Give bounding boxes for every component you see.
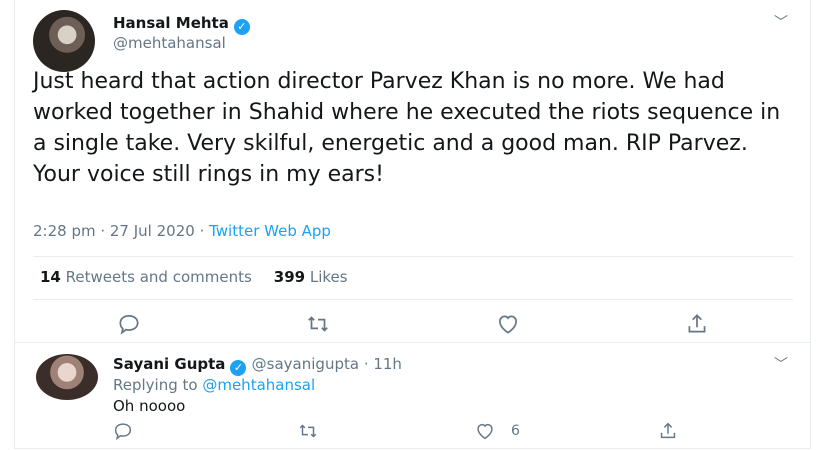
avatar[interactable]	[33, 10, 95, 72]
source-link[interactable]: Twitter Web App	[209, 222, 331, 240]
retweet-icon[interactable]	[305, 311, 331, 337]
divider	[33, 299, 793, 300]
author-name[interactable]: Hansal Mehta ✓	[113, 14, 250, 35]
tweet-text: Just heard that action director Parvez K…	[33, 69, 781, 187]
avatar[interactable]	[36, 354, 98, 400]
replying-to-label: Replying to	[113, 376, 203, 394]
reply-author-name[interactable]: Sayani Gupta	[113, 355, 225, 373]
reply-author: Sayani Gupta ✓ @sayanigupta · 11h	[113, 355, 402, 376]
retweets-stat[interactable]: 14 Retweets and comments	[40, 268, 252, 286]
divider	[14, 342, 811, 343]
heart-icon[interactable]	[474, 420, 496, 442]
likes-stat[interactable]: 399 Likes	[274, 268, 348, 286]
reply-author-handle[interactable]: @sayanigupta · 11h	[252, 355, 402, 373]
reply-bubble-icon[interactable]	[112, 420, 134, 442]
chevron-down-icon[interactable]: ﹀	[774, 12, 788, 32]
tweet-meta: 2:28 pm · 27 Jul 2020 · Twitter Web App	[33, 222, 331, 240]
reply-text: Oh noooo	[113, 397, 186, 415]
like-count: 6	[511, 423, 520, 439]
chevron-down-icon[interactable]: ﹀	[774, 354, 788, 374]
tweet-stats: 14 Retweets and comments 399 Likes	[40, 268, 348, 286]
share-icon[interactable]	[684, 311, 710, 337]
replying-to: Replying to @mehtahansal	[113, 376, 315, 394]
retweet-icon[interactable]	[297, 420, 319, 442]
timestamp[interactable]: 2:28 pm · 27 Jul 2020 ·	[33, 222, 209, 240]
author-name-text[interactable]: Hansal Mehta	[113, 14, 229, 32]
reply-bubble-icon[interactable]	[116, 311, 142, 337]
heart-icon[interactable]	[495, 311, 521, 337]
verified-check-icon: ✓	[230, 360, 247, 376]
verified-check-icon: ✓	[233, 19, 250, 35]
replying-to-handle[interactable]: @mehtahansal	[202, 376, 315, 394]
divider	[33, 256, 793, 257]
author-handle[interactable]: @mehtahansal	[113, 34, 226, 52]
share-icon[interactable]	[657, 420, 679, 442]
